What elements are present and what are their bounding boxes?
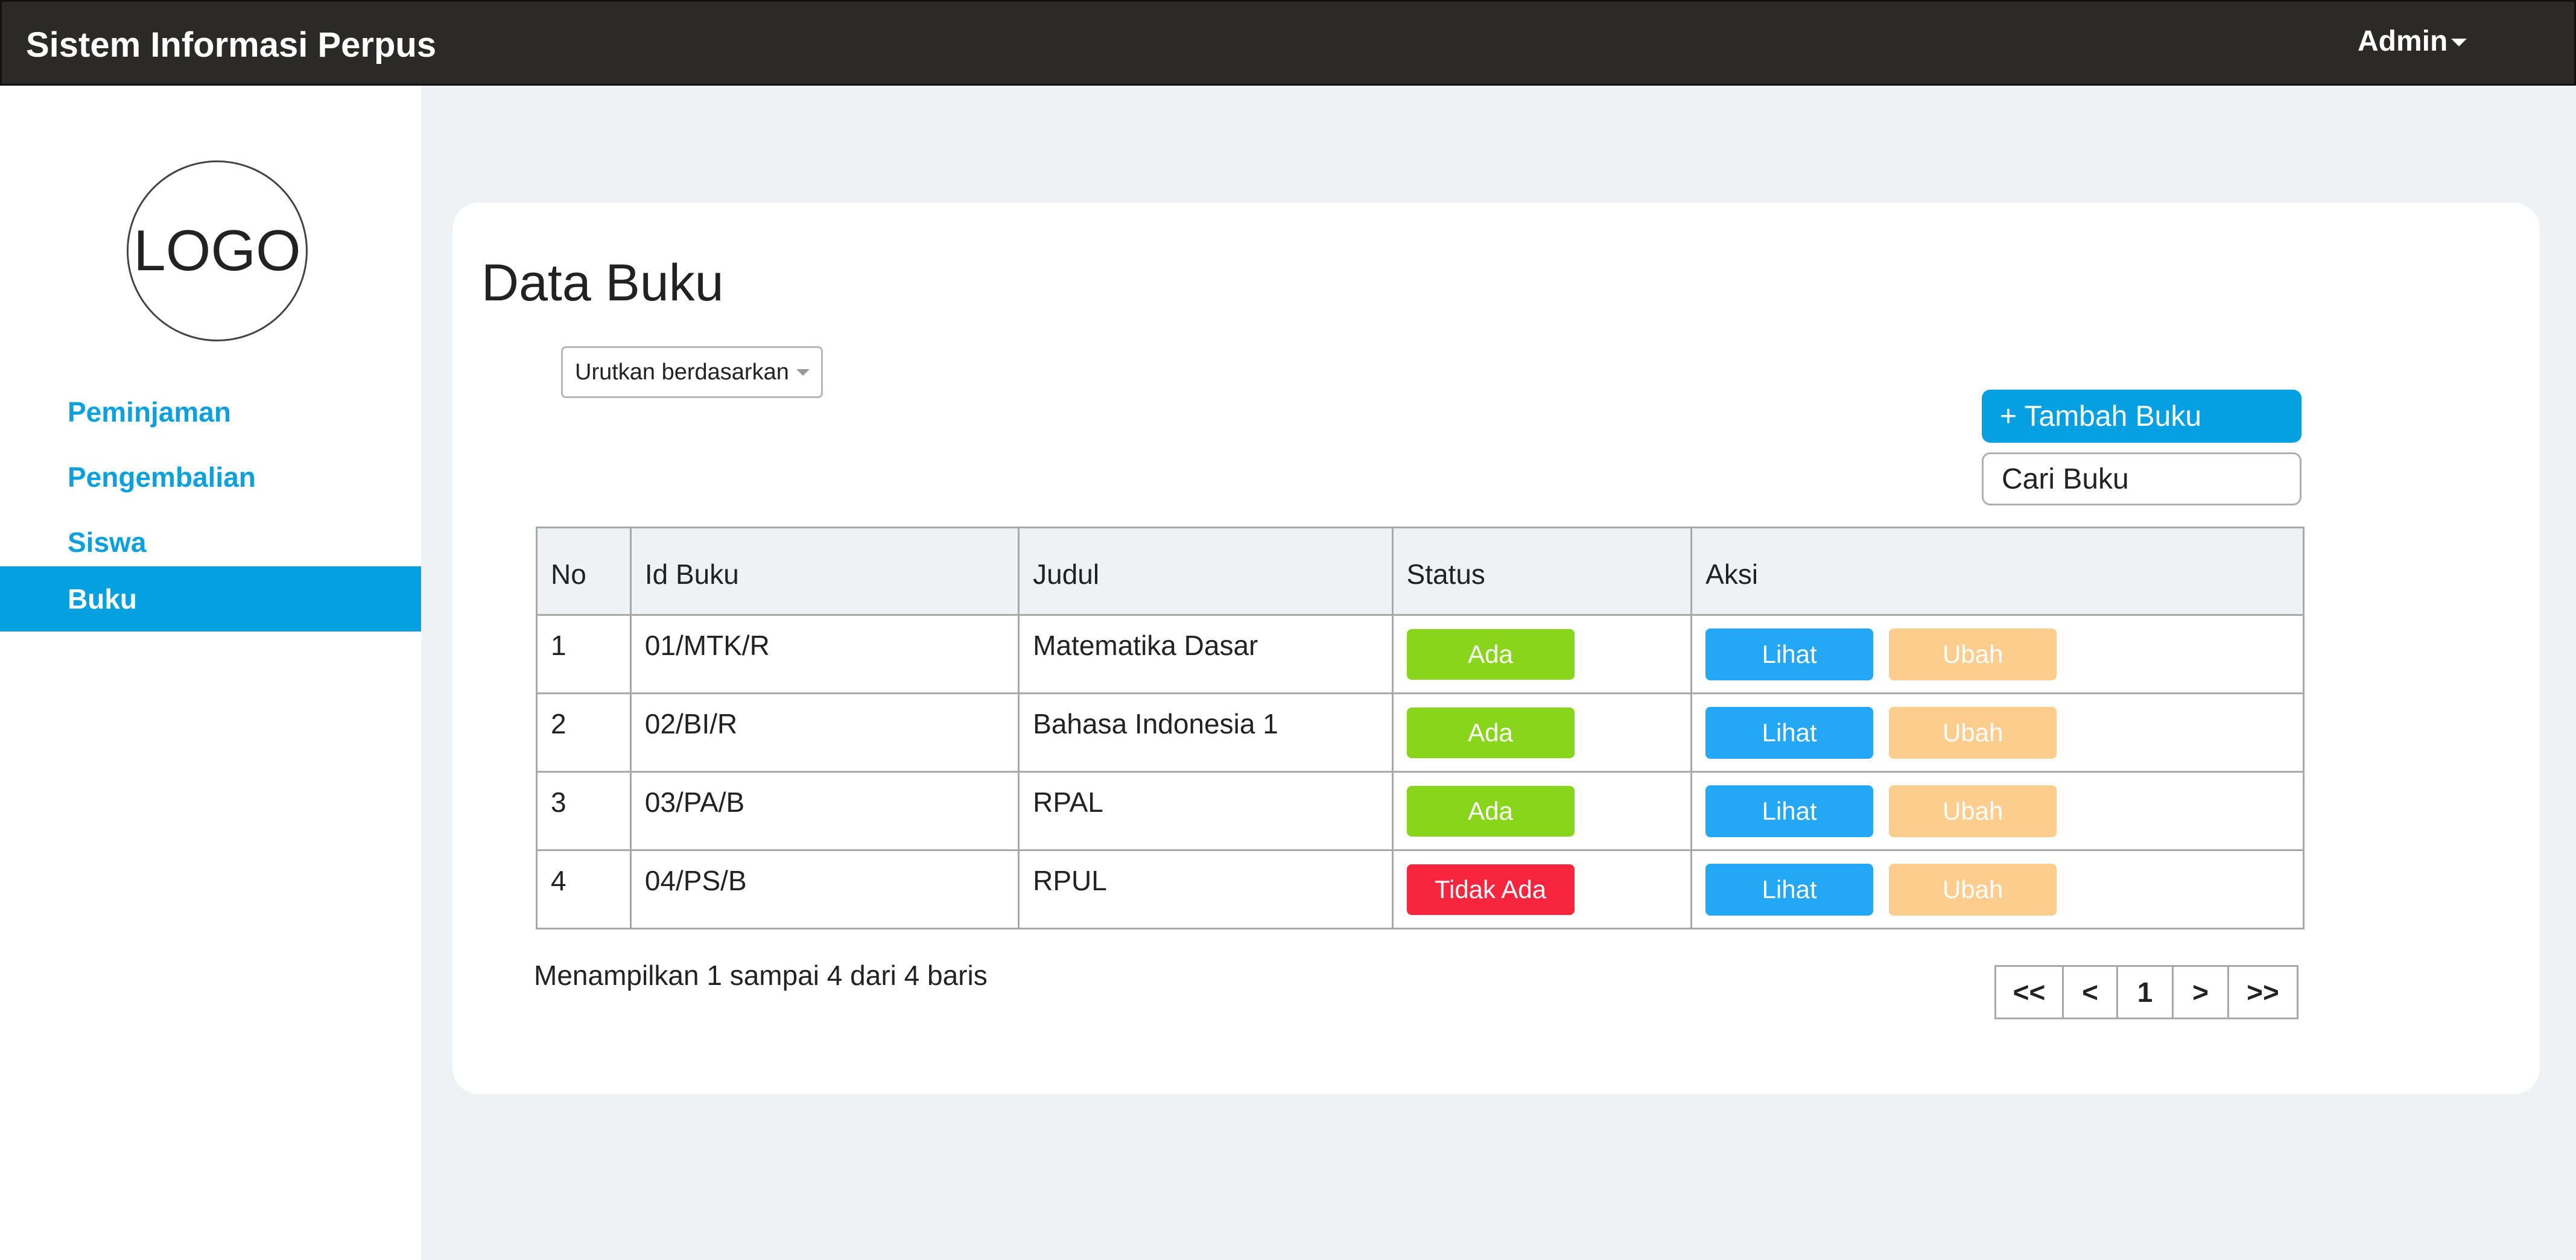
- sidebar: LOGO Peminjaman Pengembalian Siswa Buku: [0, 86, 421, 1260]
- sort-select-label: Urutkan berdasarkan: [575, 359, 789, 385]
- chevron-down-icon: [2451, 39, 2467, 46]
- table-summary: Menampilkan 1 sampai 4 dari 4 baris: [534, 960, 988, 991]
- view-button[interactable]: Lihat: [1705, 863, 1874, 916]
- next-page-button[interactable]: >: [2174, 967, 2229, 1018]
- cell-id-buku: 04/PS/B: [629, 849, 1020, 929]
- edit-button[interactable]: Ubah: [1889, 706, 2057, 759]
- page-title: Data Buku: [481, 254, 724, 312]
- status-badge: Ada: [1406, 785, 1575, 837]
- logo: LOGO: [127, 160, 308, 341]
- cell-no: 4: [536, 849, 632, 929]
- sidebar-item-label: Pengembalian: [68, 461, 256, 493]
- cell-status: Ada: [1391, 614, 1693, 694]
- sidebar-item-pengembalian[interactable]: Pengembalian: [0, 445, 421, 510]
- admin-menu-label: Admin: [2358, 25, 2448, 57]
- search-book-input[interactable]: [1982, 452, 2302, 505]
- cell-actions: Lihat Ubah: [1690, 614, 2305, 694]
- view-button[interactable]: Lihat: [1705, 706, 1874, 759]
- cell-judul: Matematika Dasar: [1018, 614, 1394, 694]
- first-page-button[interactable]: <<: [1996, 967, 2064, 1018]
- edit-button[interactable]: Ubah: [1889, 863, 2057, 916]
- chevron-down-icon: [796, 369, 810, 376]
- books-table: No Id Buku Judul Status Aksi 1 01/MTK/R …: [536, 527, 2305, 929]
- sidebar-item-siswa[interactable]: Siswa: [0, 510, 421, 575]
- app-title: Sistem Informasi Perpus: [26, 25, 437, 65]
- column-header-aksi: Aksi: [1690, 527, 2305, 616]
- sidebar-item-peminjaman[interactable]: Peminjaman: [0, 379, 421, 445]
- cell-judul: RPUL: [1018, 849, 1394, 929]
- pagination: << < 1 > >>: [1994, 965, 2298, 1019]
- sidebar-item-label: Peminjaman: [68, 396, 231, 428]
- table-row: 4 04/PS/B RPUL Tidak Ada Lihat Ubah: [536, 849, 2305, 929]
- top-navbar: Sistem Informasi Perpus Admin: [0, 0, 2576, 86]
- column-header-judul: Judul: [1018, 527, 1394, 616]
- cell-no: 2: [536, 692, 632, 773]
- cell-no: 3: [536, 771, 632, 851]
- cell-id-buku: 03/PA/B: [629, 771, 1020, 851]
- view-button[interactable]: Lihat: [1705, 785, 1874, 837]
- cell-status: Tidak Ada: [1391, 849, 1693, 929]
- add-book-button[interactable]: + Tambah Buku: [1982, 390, 2302, 443]
- view-button[interactable]: Lihat: [1705, 628, 1874, 680]
- status-badge: Tidak Ada: [1406, 864, 1575, 915]
- sort-select[interactable]: Urutkan berdasarkan: [561, 346, 823, 398]
- last-page-button[interactable]: >>: [2229, 967, 2297, 1018]
- table-header-row: No Id Buku Judul Status Aksi: [536, 527, 2305, 616]
- admin-user-menu[interactable]: Admin: [2358, 25, 2467, 58]
- table-row: 2 02/BI/R Bahasa Indonesia 1 Ada Lihat Ub…: [536, 692, 2305, 773]
- edit-button[interactable]: Ubah: [1889, 628, 2057, 680]
- cell-judul: Bahasa Indonesia 1: [1018, 692, 1394, 773]
- table-row: 3 03/PA/B RPAL Ada Lihat Ubah: [536, 771, 2305, 851]
- column-header-status: Status: [1391, 527, 1693, 616]
- cell-actions: Lihat Ubah: [1690, 692, 2305, 773]
- page-1-button[interactable]: 1: [2118, 967, 2174, 1018]
- edit-button[interactable]: Ubah: [1889, 785, 2057, 837]
- status-badge: Ada: [1406, 707, 1575, 758]
- sidebar-item-label: Buku: [68, 583, 137, 615]
- cell-judul: RPAL: [1018, 771, 1394, 851]
- prev-page-button[interactable]: <: [2064, 967, 2118, 1018]
- table-row: 1 01/MTK/R Matematika Dasar Ada Lihat Uba…: [536, 614, 2305, 694]
- cell-id-buku: 02/BI/R: [629, 692, 1020, 773]
- cell-id-buku: 01/MTK/R: [629, 614, 1020, 694]
- column-header-no: No: [536, 527, 632, 616]
- cell-status: Ada: [1391, 692, 1693, 773]
- cell-actions: Lihat Ubah: [1690, 849, 2305, 929]
- cell-actions: Lihat Ubah: [1690, 771, 2305, 851]
- sidebar-item-label: Siswa: [68, 527, 147, 558]
- cell-status: Ada: [1391, 771, 1693, 851]
- status-badge: Ada: [1406, 628, 1575, 680]
- cell-no: 1: [536, 614, 632, 694]
- column-header-id-buku: Id Buku: [629, 527, 1020, 616]
- sidebar-item-buku[interactable]: Buku: [0, 566, 421, 632]
